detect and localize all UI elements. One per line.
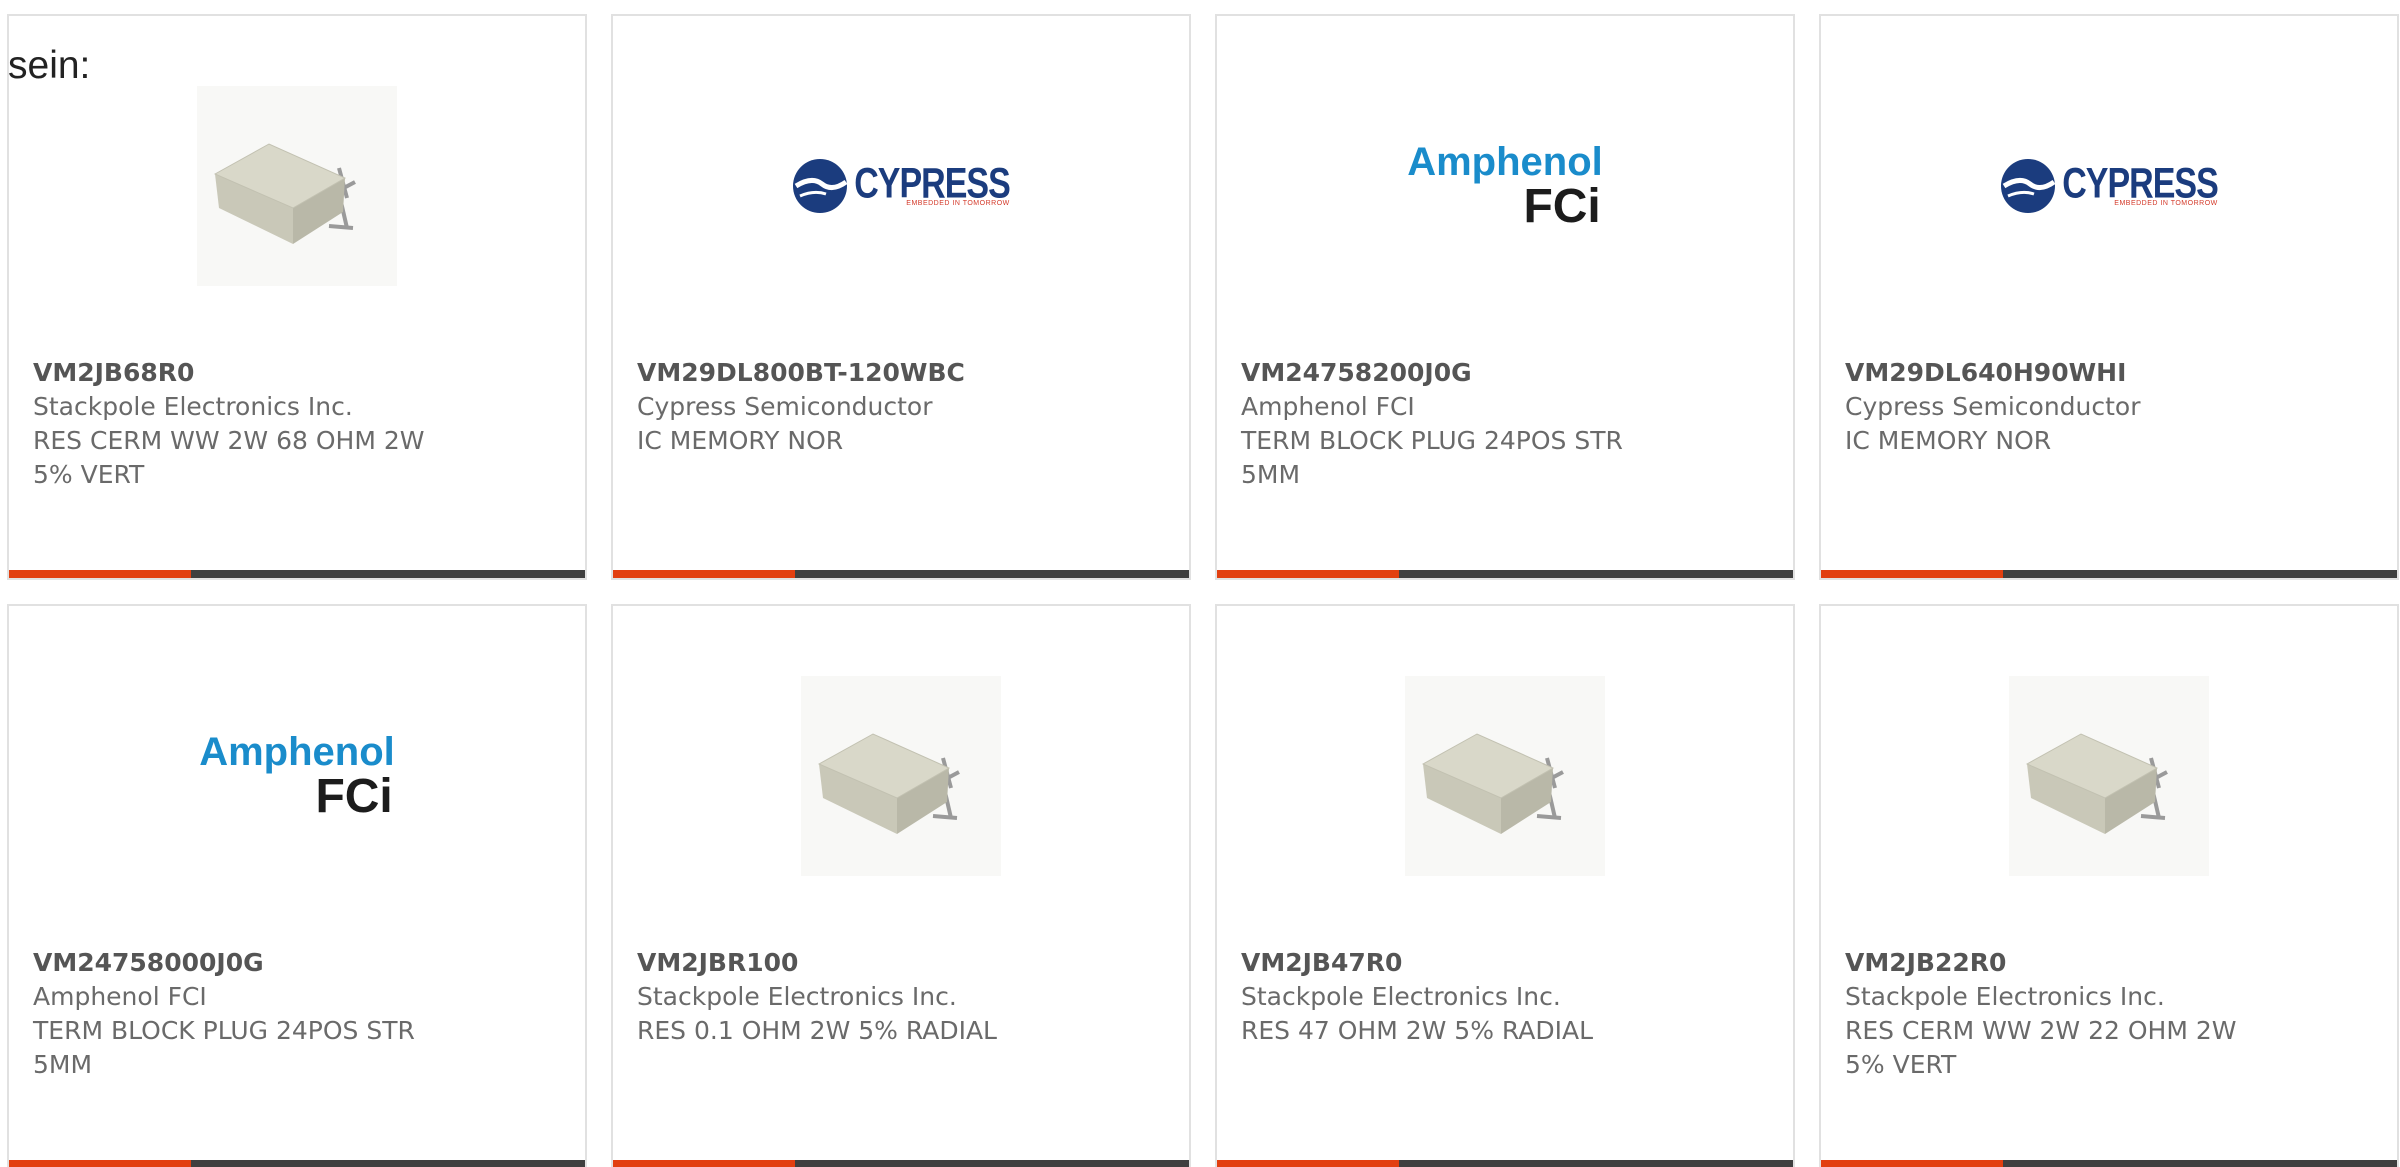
product-info: VM24758000J0G Amphenol FCI TERM BLOCK PLUG… — [33, 946, 463, 1082]
resistor-image — [801, 676, 1001, 876]
manufacturer: Amphenol FCI — [33, 982, 207, 1011]
logo-word: CYPRESS — [2062, 160, 2218, 208]
product-info: VM2JB47R0 Stackpole Electronics Inc. RES 4… — [1241, 946, 1671, 1048]
description-line1: RES 0.1 OHM 2W 5% RADIAL — [637, 1016, 997, 1045]
part-number[interactable]: VM2JBR100 — [637, 946, 1067, 980]
accent-strip — [9, 570, 191, 578]
product-thumbnail[interactable]: Amphenol FCi — [1217, 86, 1793, 286]
logo-sub: FCi — [315, 770, 393, 823]
description-line1: RES CERM WW 2W 68 OHM 2W — [33, 426, 425, 455]
description-line2: 5MM — [33, 1050, 93, 1079]
part-number[interactable]: VM24758000J0G — [33, 946, 463, 980]
part-number[interactable]: VM24758200J0G — [1241, 356, 1671, 390]
manufacturer: Stackpole Electronics Inc. — [1241, 982, 1561, 1011]
accent-strip — [1821, 570, 2003, 578]
card-footer-bar — [9, 570, 585, 578]
manufacturer: Cypress Semiconductor — [637, 392, 933, 421]
accent-strip — [1821, 1160, 2003, 1167]
product-card[interactable]: CYPRESS EMBEDDED IN TOMORROW VM29DL640H90W… — [1819, 14, 2399, 580]
logo-brand: Amphenol — [199, 730, 395, 774]
description-line1: TERM BLOCK PLUG 24POS STR — [1241, 426, 1623, 455]
product-card[interactable]: VM2JB68R0 Stackpole Electronics Inc. RES C… — [7, 14, 587, 580]
product-thumbnail[interactable]: CYPRESS EMBEDDED IN TOMORROW — [1821, 86, 2397, 286]
card-footer-bar — [1217, 1160, 1793, 1167]
product-info: VM2JB22R0 Stackpole Electronics Inc. RES C… — [1845, 946, 2275, 1082]
product-info: VM29DL800BT-120WBC Cypress Semiconductor I… — [637, 356, 1067, 458]
description-line2: 5% VERT — [33, 460, 145, 489]
accent-strip — [1217, 1160, 1399, 1167]
bar-strip — [2003, 570, 2397, 578]
manufacturer: Stackpole Electronics Inc. — [33, 392, 353, 421]
part-number[interactable]: VM2JB68R0 — [33, 356, 463, 390]
description-line1: IC MEMORY NOR — [637, 426, 844, 455]
part-number[interactable]: VM29DL640H90WHI — [1845, 356, 2275, 390]
product-info: VM29DL640H90WHI Cypress Semiconductor IC M… — [1845, 356, 2275, 458]
description-line1: IC MEMORY NOR — [1845, 426, 2052, 455]
product-info: VM24758200J0G Amphenol FCI TERM BLOCK PLUG… — [1241, 356, 1671, 492]
accent-strip — [613, 1160, 795, 1167]
bar-strip — [795, 1160, 1189, 1167]
description-line1: RES CERM WW 2W 22 OHM 2W — [1845, 1016, 2237, 1045]
logo-word: CYPRESS — [854, 160, 1010, 208]
product-thumbnail[interactable] — [1217, 676, 1793, 876]
product-thumbnail[interactable] — [613, 676, 1189, 876]
bar-strip — [191, 570, 585, 578]
card-footer-bar — [9, 1160, 585, 1167]
product-card[interactable]: Amphenol FCi VM24758000J0G Amphenol FCI TERM… — [7, 604, 587, 1167]
description-line1: RES 47 OHM 2W 5% RADIAL — [1241, 1016, 1594, 1045]
product-card[interactable]: CYPRESS EMBEDDED IN TOMORROW VM29DL800BT-1… — [611, 14, 1191, 580]
product-thumbnail[interactable]: Amphenol FCi — [9, 676, 585, 876]
card-footer-bar — [613, 1160, 1189, 1167]
part-number[interactable]: VM29DL800BT-120WBC — [637, 356, 1067, 390]
accent-strip — [1217, 570, 1399, 578]
logo-sub: FCi — [1523, 180, 1601, 233]
manufacturer: Stackpole Electronics Inc. — [1845, 982, 2165, 1011]
manufacturer: Stackpole Electronics Inc. — [637, 982, 957, 1011]
cypress-logo: CYPRESS EMBEDDED IN TOMORROW — [792, 156, 1011, 216]
prefix-text: sein: — [8, 44, 91, 87]
resistor-image — [197, 86, 397, 286]
product-info: VM2JBR100 Stackpole Electronics Inc. RES 0… — [637, 946, 1067, 1048]
product-info: VM2JB68R0 Stackpole Electronics Inc. RES C… — [33, 356, 463, 492]
part-number[interactable]: VM2JB22R0 — [1845, 946, 2275, 980]
description-line1: TERM BLOCK PLUG 24POS STR — [33, 1016, 415, 1045]
bar-strip — [795, 570, 1189, 578]
card-footer-bar — [1217, 570, 1793, 578]
logo-brand: Amphenol — [1407, 140, 1603, 184]
part-number[interactable]: VM2JB47R0 — [1241, 946, 1671, 980]
bar-strip — [1399, 570, 1793, 578]
amphenol-fci-logo: Amphenol FCi — [199, 731, 395, 821]
bar-strip — [191, 1160, 585, 1167]
product-thumbnail[interactable] — [1821, 676, 2397, 876]
card-footer-bar — [1821, 1160, 2397, 1167]
product-grid: VM2JB68R0 Stackpole Electronics Inc. RES C… — [7, 14, 2400, 1167]
product-card[interactable]: VM2JB47R0 Stackpole Electronics Inc. RES 4… — [1215, 604, 1795, 1167]
product-thumbnail[interactable]: CYPRESS EMBEDDED IN TOMORROW — [613, 86, 1189, 286]
description-line2: 5% VERT — [1845, 1050, 1957, 1079]
manufacturer: Cypress Semiconductor — [1845, 392, 2141, 421]
resistor-image — [1405, 676, 1605, 876]
cypress-logo: CYPRESS EMBEDDED IN TOMORROW — [2000, 156, 2219, 216]
description-line2: 5MM — [1241, 460, 1301, 489]
product-grid-page: sein: VM2JB68R0 Stackpole Electronics Inc… — [0, 0, 2400, 1167]
card-footer-bar — [613, 570, 1189, 578]
manufacturer: Amphenol FCI — [1241, 392, 1415, 421]
bar-strip — [1399, 1160, 1793, 1167]
resistor-image — [2009, 676, 2209, 876]
bar-strip — [2003, 1160, 2397, 1167]
product-card[interactable]: VM2JBR100 Stackpole Electronics Inc. RES 0… — [611, 604, 1191, 1167]
product-thumbnail[interactable] — [9, 86, 585, 286]
amphenol-fci-logo: Amphenol FCi — [1407, 141, 1603, 231]
product-card[interactable]: VM2JB22R0 Stackpole Electronics Inc. RES C… — [1819, 604, 2399, 1167]
card-footer-bar — [1821, 570, 2397, 578]
accent-strip — [613, 570, 795, 578]
accent-strip — [9, 1160, 191, 1167]
product-card[interactable]: Amphenol FCi VM24758200J0G Amphenol FCI TERM… — [1215, 14, 1795, 580]
